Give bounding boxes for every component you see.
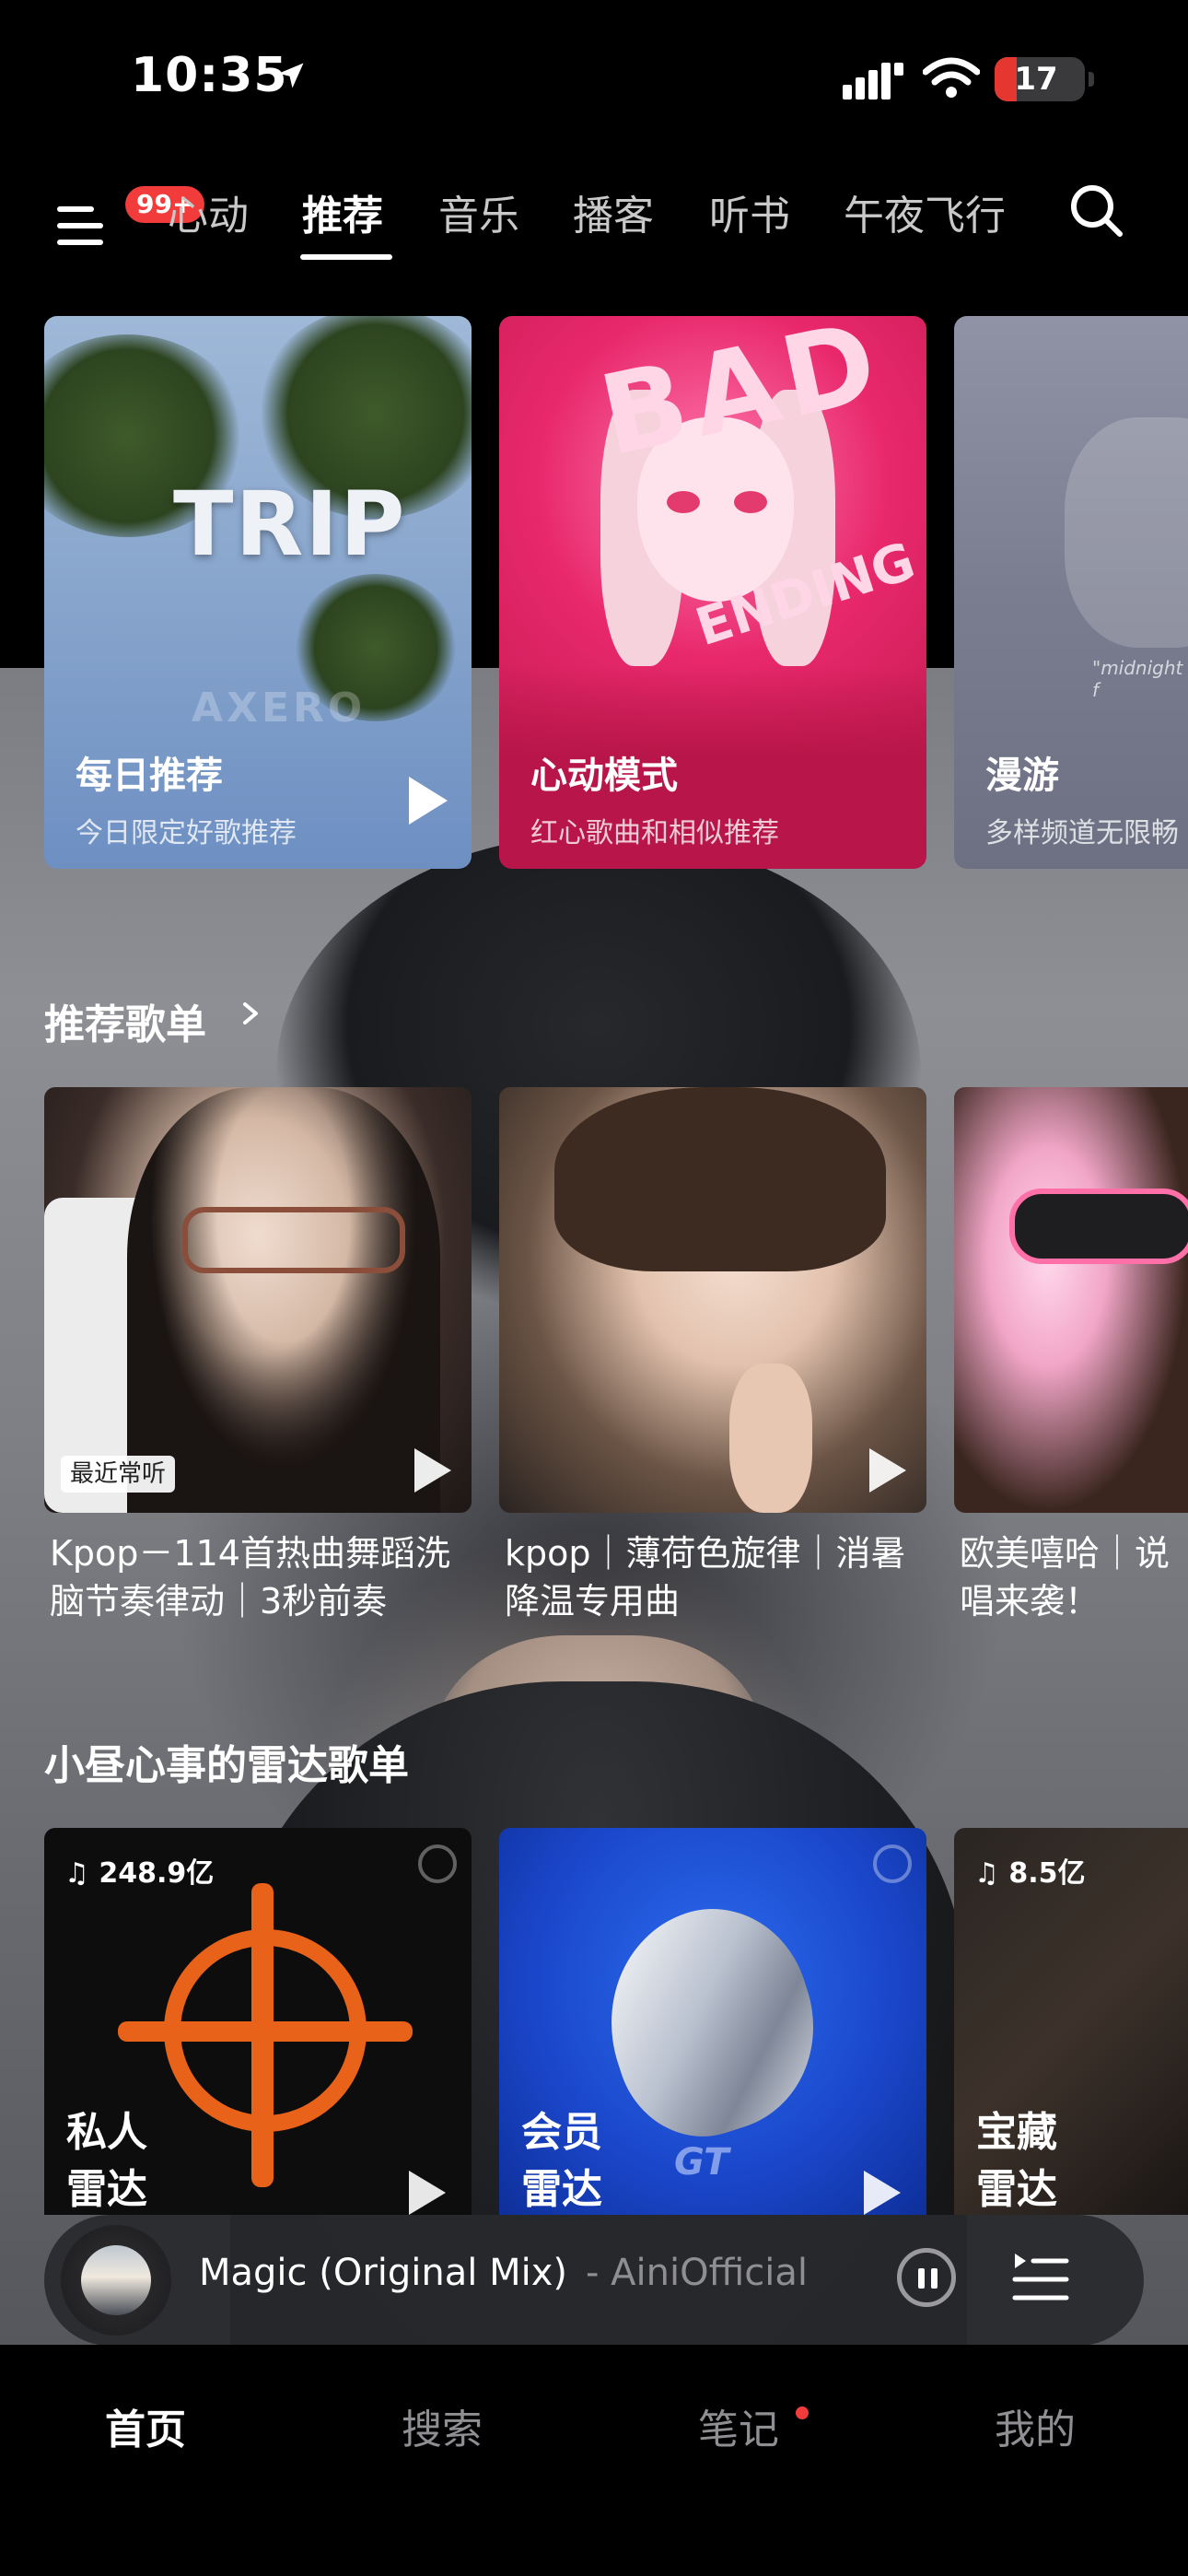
card-subtitle: 多样频道无限畅 <box>985 817 1179 849</box>
cover-art-brand: AXERO <box>192 685 367 732</box>
card-roam[interactable]: "midnight f 漫游 多样频道无限畅 <box>954 316 1188 869</box>
playlist-title[interactable]: Kpop－114首热曲舞蹈洗脑节奏律动｜3秒前奏 <box>50 1529 483 1625</box>
now-playing-artist: - AiniOfficial <box>586 2252 808 2294</box>
status-bar: 10:35 17 <box>0 0 1188 157</box>
card-subtitle: 红心歌曲和相似推荐 <box>530 817 779 849</box>
card-title: 漫游 <box>985 755 1059 797</box>
battery-indicator: 17 <box>995 57 1094 101</box>
play-icon[interactable] <box>414 1448 451 1493</box>
card-title: 心动模式 <box>530 755 678 797</box>
status-time: 10:35 <box>131 48 288 103</box>
play-count: ♫ 8.5亿 <box>974 1857 1086 1890</box>
playlist-card[interactable] <box>499 1087 926 1513</box>
radar-label: 宝藏 雷达 <box>976 2109 1057 2213</box>
nav-home[interactable]: 首页 <box>105 2396 186 2455</box>
radar-label: 私人 雷达 <box>66 2109 147 2213</box>
radar-logo-icon <box>418 1844 457 1883</box>
pause-icon <box>931 2268 938 2289</box>
album-disc[interactable] <box>61 2225 171 2336</box>
battery-percent: 17 <box>1014 61 1058 98</box>
tab-podcast[interactable]: 播客 <box>573 182 654 241</box>
cellular-signal-icon <box>843 63 903 100</box>
play-icon[interactable] <box>864 2171 901 2215</box>
tab-recommend[interactable]: 推荐 <box>302 182 383 241</box>
nav-search[interactable]: 搜索 <box>402 2396 483 2455</box>
tab-music[interactable]: 音乐 <box>438 182 519 241</box>
menu-icon-line <box>57 240 103 245</box>
cover-art-shape <box>1065 417 1188 648</box>
cover-art-sunglasses <box>1009 1188 1188 1264</box>
top-nav: 99+ 心动 推荐 音乐 播客 听书 午夜飞行 <box>0 166 1188 276</box>
album-cover <box>81 2245 151 2315</box>
now-playing-song: Magic (Original Mix) <box>199 2252 567 2294</box>
radar-card-treasure[interactable]: ♫ 8.5亿 宝藏 雷达 <box>954 1828 1188 2215</box>
wifi-icon <box>923 57 980 98</box>
location-arrow-icon <box>278 63 304 88</box>
mini-player[interactable]: Magic (Original Mix) - AiniOfficial <box>44 2215 1144 2346</box>
tab-xindong[interactable]: 心动 <box>168 182 249 241</box>
card-heartbeat-mode[interactable]: BAD ENDING 心动模式 红心歌曲和相似推荐 <box>499 316 926 869</box>
card-daily-recommend[interactable]: TRIP AXERO 每日推荐 今日限定好歌推荐 <box>44 316 472 869</box>
cover-art-text: "midnight f <box>1092 657 1183 701</box>
menu-icon-line <box>57 206 94 212</box>
anime-eye-art <box>667 491 700 513</box>
tab-midnight-flight[interactable]: 午夜飞行 <box>844 182 1006 241</box>
radar-card-private[interactable]: ♫ 248.9亿 私人 雷达 <box>44 1828 472 2215</box>
section-heading-radar[interactable]: 小昼心事的雷达歌单 <box>44 1732 409 1791</box>
play-count: ♫ 248.9亿 <box>64 1857 215 1890</box>
radar-logo-icon <box>873 1844 912 1883</box>
play-icon[interactable] <box>869 1448 906 1493</box>
card-subtitle: 今日限定好歌推荐 <box>76 817 297 849</box>
menu-icon-line <box>57 223 103 228</box>
pause-button[interactable] <box>897 2248 956 2307</box>
play-icon[interactable] <box>409 777 448 825</box>
bottom-nav: 首页 搜索 笔记 我的 <box>0 2345 1188 2576</box>
radar-card-vip[interactable]: GT 会员 雷达 <box>499 1828 926 2215</box>
nav-notes[interactable]: 笔记 <box>698 2396 779 2455</box>
cover-art-cross <box>118 2021 413 2042</box>
headphones-icon: ♫ <box>64 1857 99 1890</box>
cover-art-hair <box>554 1087 886 1271</box>
anime-eye-art <box>734 491 767 513</box>
cover-art-chrome <box>580 1884 842 2159</box>
playlist-queue-icon[interactable] <box>1011 2250 1070 2305</box>
cover-art-glasses <box>182 1207 405 1273</box>
playlist-card[interactable] <box>954 1087 1188 1513</box>
tab-audiobook[interactable]: 听书 <box>709 182 790 241</box>
section-heading-recommended[interactable]: 推荐歌单 <box>44 991 206 1050</box>
headphones-icon: ♫ <box>974 1857 1009 1890</box>
nav-mine[interactable]: 我的 <box>995 2396 1076 2455</box>
active-tab-indicator <box>300 254 392 260</box>
cover-art-text: TRIP <box>173 473 407 576</box>
notes-unread-dot <box>796 2406 809 2419</box>
menu-button[interactable]: 99+ <box>53 186 205 251</box>
pause-icon <box>918 2268 925 2289</box>
playlist-card[interactable]: 最近常听 <box>44 1087 472 1513</box>
search-icon[interactable] <box>1066 181 1125 240</box>
play-icon[interactable] <box>409 2171 446 2215</box>
playlist-title[interactable]: kpop｜薄荷色旋律｜消暑降温专用曲 <box>505 1529 938 1625</box>
cover-art-hand <box>729 1364 812 1513</box>
playlist-title[interactable]: 欧美嘻哈｜说唱来袭！ <box>960 1529 1188 1625</box>
card-title: 每日推荐 <box>76 755 223 797</box>
recently-played-tag: 最近常听 <box>61 1456 176 1493</box>
chevron-right-icon[interactable] <box>239 1002 262 1025</box>
radar-label: 会员 雷达 <box>521 2109 602 2213</box>
cover-art-hair <box>127 1087 440 1513</box>
cover-art-text: GT <box>674 2141 729 2184</box>
